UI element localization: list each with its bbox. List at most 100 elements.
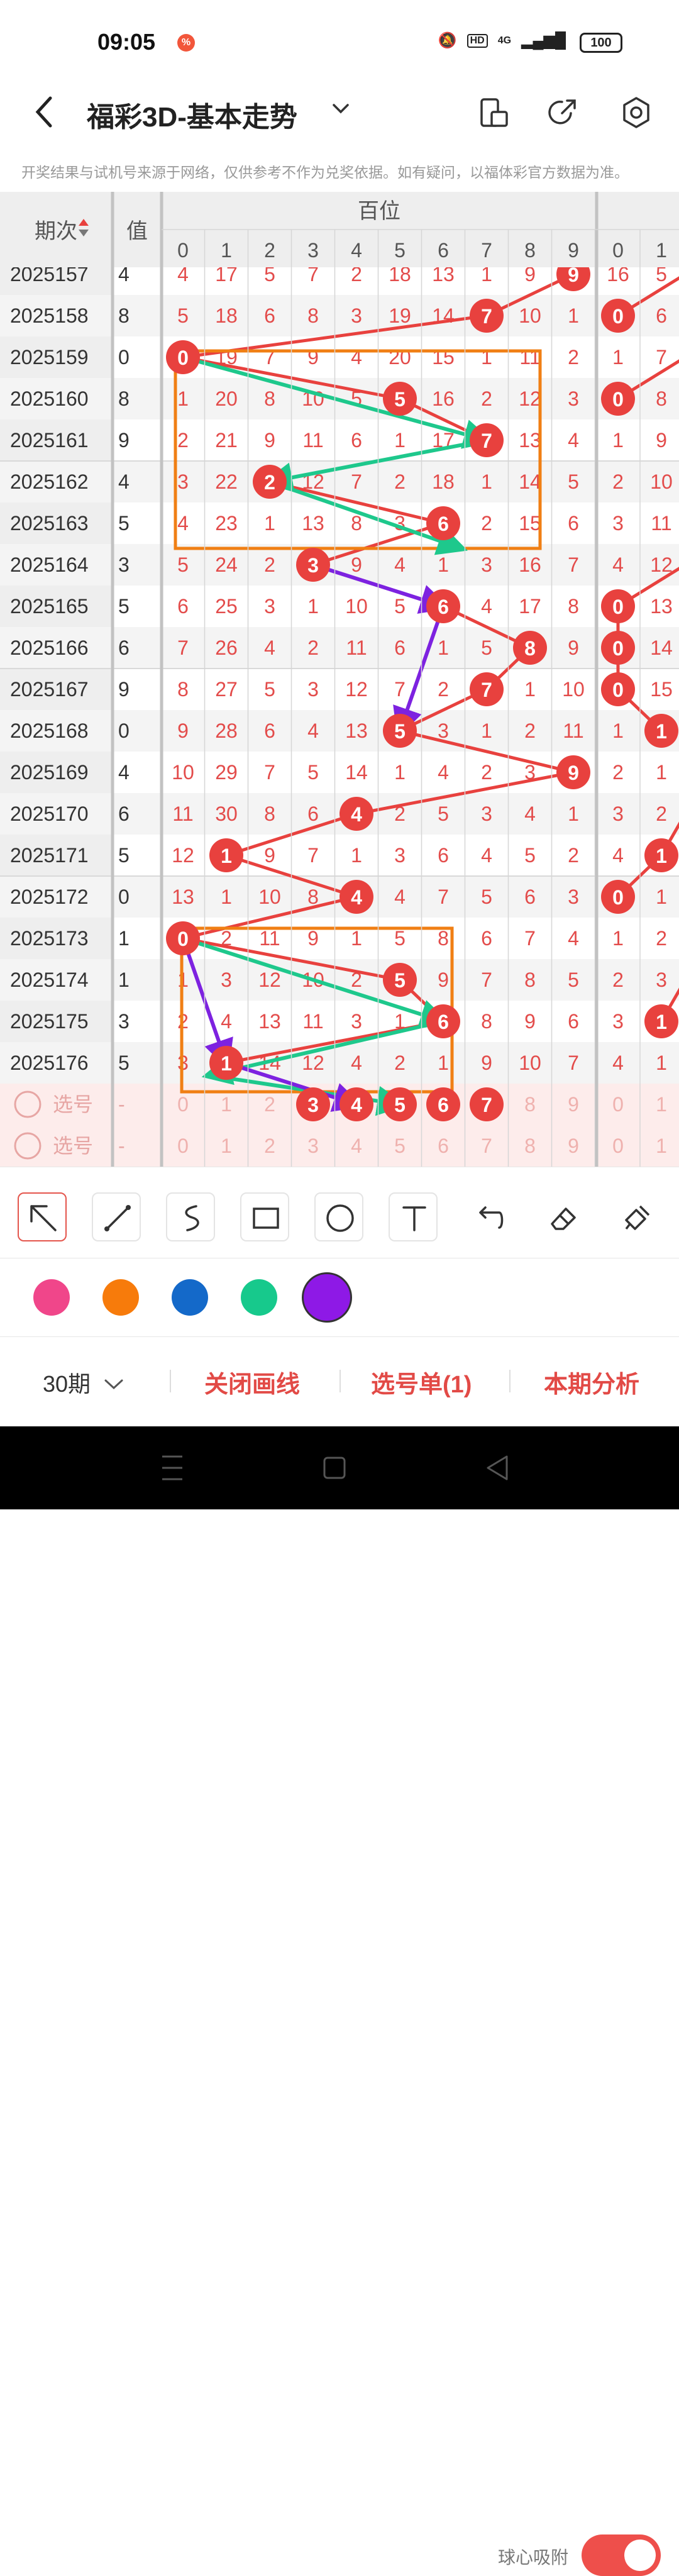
- select-tens-digit[interactable]: 1: [656, 1135, 667, 1157]
- select-digit[interactable]: 9: [568, 1135, 579, 1157]
- home-nav-button[interactable]: [323, 1457, 346, 1479]
- curve-tool[interactable]: [166, 1192, 215, 1241]
- select-tens-digit[interactable]: 1: [656, 1093, 667, 1116]
- omission-value: 11: [302, 1010, 323, 1033]
- line-tool[interactable]: [92, 1192, 141, 1241]
- eraser-tool[interactable]: [537, 1192, 586, 1241]
- select-digit[interactable]: 0: [177, 1093, 189, 1116]
- tens-omission-value: 1: [612, 927, 624, 950]
- draw-ball-number: 0: [612, 305, 624, 328]
- select-digit[interactable]: 4: [351, 1135, 362, 1157]
- omission-value: 10: [562, 678, 585, 701]
- omission-value: 12: [172, 844, 194, 867]
- select-digit[interactable]: 8: [524, 1135, 536, 1157]
- trend-chart-canvas[interactable]: 2025157 4 4 17 5 7 2 18 13 1 9 16 52025158 8 5 18 6 8 3 19 1…: [0, 192, 679, 1167]
- menu-nav-button[interactable]: [162, 1455, 182, 1480]
- clear-tool[interactable]: [611, 1192, 660, 1241]
- omission-value: 30: [215, 802, 238, 825]
- period-analysis-button[interactable]: 本期分析: [544, 1365, 639, 1399]
- omission-value: 3: [568, 886, 579, 908]
- draw-ball-number: 4: [351, 886, 362, 909]
- omission-value: 2: [481, 761, 492, 784]
- settings-button[interactable]: [619, 96, 653, 130]
- select-digit[interactable]: 6: [438, 1135, 449, 1157]
- chevron-down-icon: [333, 104, 349, 114]
- select-digit[interactable]: 8: [524, 1093, 536, 1116]
- omission-value: 12: [345, 678, 368, 701]
- omission-value: 1: [524, 678, 536, 701]
- draw-ball-number: 5: [394, 388, 406, 411]
- color-swatch[interactable]: [241, 1279, 277, 1316]
- digit-header: 7: [481, 239, 492, 262]
- tens-omission-value: 14: [650, 636, 673, 659]
- omission-value: 3: [307, 678, 319, 701]
- omission-value: 1: [351, 844, 362, 867]
- select-digit[interactable]: 5: [394, 1135, 406, 1157]
- omission-value: 10: [258, 886, 281, 908]
- network-label: 4G: [497, 35, 512, 46]
- select-label: 选号: [53, 1093, 93, 1116]
- close-lines-button[interactable]: 关闭画线: [204, 1365, 300, 1399]
- color-swatch[interactable]: [302, 1272, 352, 1323]
- back-button[interactable]: [31, 93, 57, 137]
- orientation-button[interactable]: [477, 96, 511, 130]
- select-digit[interactable]: 1: [221, 1135, 232, 1157]
- select-digit[interactable]: 7: [481, 1135, 492, 1157]
- divider: [170, 1370, 171, 1392]
- omission-value: 6: [264, 719, 275, 742]
- color-swatch[interactable]: [102, 1279, 139, 1316]
- period-number: 2025175: [10, 1010, 89, 1033]
- select-tens-digit[interactable]: 0: [612, 1135, 624, 1157]
- select-digit[interactable]: 1: [221, 1093, 232, 1116]
- arrow-tool[interactable]: [18, 1192, 67, 1241]
- omission-value: 1: [568, 304, 579, 327]
- sum-value: 5: [118, 595, 130, 618]
- notification-badge-icon: %: [177, 34, 195, 52]
- select-digit[interactable]: 3: [307, 1135, 319, 1157]
- omission-value: 5: [481, 886, 492, 908]
- draw-ball-number: 3: [307, 554, 319, 577]
- back-nav-button[interactable]: [487, 1455, 508, 1480]
- omission-value: 11: [346, 636, 367, 659]
- select-tens-digit[interactable]: 0: [612, 1093, 624, 1116]
- omission-value: 6: [264, 304, 275, 327]
- snap-to-ball-toggle[interactable]: [582, 2534, 661, 2576]
- tens-omission-value: 2: [612, 761, 624, 784]
- line-icon: [104, 1205, 131, 1231]
- omission-value: 9: [524, 1010, 536, 1033]
- text-tool[interactable]: [389, 1192, 438, 1241]
- omission-value: 10: [519, 1052, 541, 1074]
- select-digit[interactable]: 9: [568, 1093, 579, 1116]
- omission-value: 1: [394, 761, 406, 784]
- color-swatch[interactable]: [172, 1279, 208, 1316]
- select-digit[interactable]: 2: [264, 1093, 275, 1116]
- draw-ball-number: 1: [221, 845, 232, 867]
- share-button[interactable]: [546, 96, 580, 130]
- undo-tool[interactable]: [463, 1192, 512, 1241]
- omission-value: 9: [438, 969, 449, 991]
- draw-ball-number: 8: [524, 637, 536, 660]
- select-digit[interactable]: 0: [177, 1135, 189, 1157]
- period-number: 2025173: [10, 927, 89, 950]
- curve-icon: [185, 1205, 199, 1231]
- omission-value: 7: [264, 761, 275, 784]
- trend-chart-table[interactable]: 2025157 4 4 17 5 7 2 18 13 1 9 16 5 2025158 8 5 18 6 8 3 19 1…: [0, 192, 679, 1167]
- sum-column-header: 值: [126, 219, 148, 243]
- omission-value: 6: [394, 636, 406, 659]
- chevron-down-icon: [104, 1379, 123, 1390]
- sum-value: 0: [118, 886, 130, 908]
- omission-value: 6: [524, 886, 536, 908]
- selection-list-button[interactable]: 选号单(1): [371, 1365, 472, 1399]
- rectangle-tool[interactable]: [240, 1192, 289, 1241]
- select-digit[interactable]: 2: [264, 1135, 275, 1157]
- circle-tool[interactable]: [314, 1192, 363, 1241]
- omission-value: 6: [177, 595, 189, 618]
- omission-value: 5: [177, 304, 189, 327]
- period-select[interactable]: 30期: [43, 1366, 124, 1399]
- color-swatch[interactable]: [33, 1279, 70, 1316]
- battery-icon: 100: [580, 33, 622, 53]
- omission-value: 4: [264, 636, 275, 659]
- omission-value: 14: [519, 470, 541, 493]
- title-dropdown-button[interactable]: [330, 98, 351, 125]
- omission-value: 4: [394, 886, 406, 908]
